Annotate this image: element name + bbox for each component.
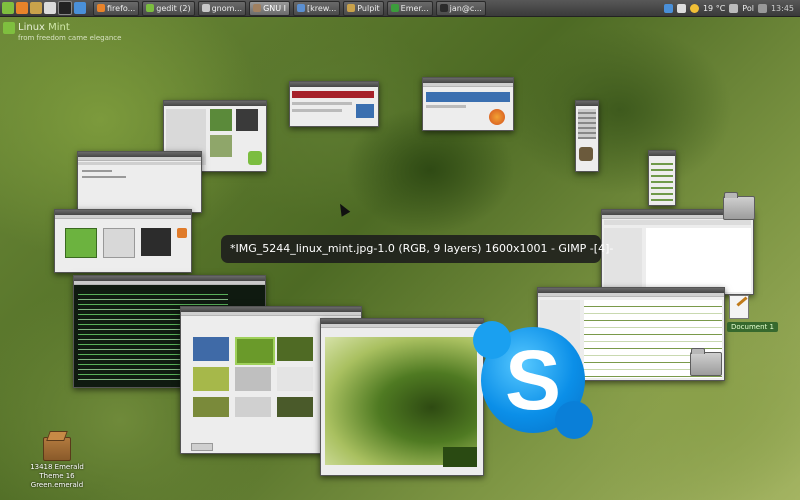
user-icon[interactable]	[757, 3, 767, 13]
document-icon[interactable]	[729, 295, 749, 319]
help-launcher-icon[interactable]	[74, 2, 86, 14]
app-icon	[146, 4, 155, 12]
taskbar-button[interactable]: Pulpit	[343, 0, 384, 16]
weather-temperature[interactable]: 19 °C	[703, 4, 725, 13]
deb-package-label: 13418 Emerald Theme 16 Green.emerald	[30, 463, 84, 489]
app-icon	[347, 4, 356, 12]
document-label[interactable]: Document 1	[727, 322, 778, 332]
taskbar-button-label: Emer...	[400, 3, 429, 13]
window-thumb-nautilus-small[interactable]	[648, 150, 676, 206]
network-icon[interactable]	[663, 3, 673, 13]
desktop[interactable]: firefo... gedit (2) gnom... GNU I [krew... Pu…	[0, 0, 800, 500]
keyboard-layout-icon[interactable]	[729, 3, 739, 13]
clock[interactable]: 13:45	[771, 4, 794, 13]
window-thumb-gimp-toolbox[interactable]	[575, 100, 599, 172]
window-thumb-gimp-image[interactable]	[320, 318, 484, 476]
linux-mint-logo-icon	[3, 22, 15, 34]
top-panel: firefo... gedit (2) gnom... GNU I [krew... Pu…	[0, 0, 800, 17]
mouse-pointer-icon	[335, 201, 351, 217]
taskbar-button-label: gnom...	[211, 3, 243, 13]
taskbar-button-label: [krew...	[307, 3, 337, 13]
app-icon	[201, 4, 210, 12]
active-window-title: *IMG_5244_linux_mint.jpg-1.0 (RGB, 9 lay…	[221, 235, 613, 263]
folder-icon[interactable]	[723, 192, 755, 220]
folder-shape-icon	[723, 192, 755, 220]
taskbar-button-label: GNU I	[263, 3, 287, 13]
window-thumb-nautilus[interactable]	[601, 209, 754, 295]
terminal-launcher-icon[interactable]	[58, 1, 72, 15]
window-thumb-gedit[interactable]	[77, 151, 202, 213]
system-tray: 19 °C Pol 13:45	[663, 3, 800, 13]
editor-launcher-icon[interactable]	[44, 2, 56, 14]
taskbar-button[interactable]: firefo...	[93, 0, 140, 16]
linux-mint-branding: Linux Mint from freedom came elegance	[3, 22, 122, 42]
package-box-icon	[43, 437, 71, 461]
brand-name-mint: Mint	[48, 22, 70, 33]
taskbar-button-label: gedit (2)	[156, 3, 191, 13]
menu-icon[interactable]	[2, 2, 14, 14]
window-thumb-gimp-dialog[interactable]	[289, 81, 379, 127]
files-launcher-icon[interactable]	[30, 2, 42, 14]
deb-package-icon[interactable]: 13418 Emerald Theme 16 Green.emerald	[22, 437, 92, 490]
home-folder-shape-icon	[690, 348, 722, 376]
brand-tagline: from freedom came elegance	[18, 34, 122, 42]
app-icon	[439, 4, 448, 12]
app-icon	[253, 4, 262, 12]
firefox-launcher-icon[interactable]	[16, 2, 28, 14]
document-page-icon	[729, 295, 749, 319]
taskbar-button[interactable]: GNU I	[249, 0, 291, 16]
taskbar-button[interactable]: Emer...	[386, 0, 433, 16]
window-thumb-appearance-preferences[interactable]	[54, 209, 192, 273]
app-icon	[390, 4, 399, 12]
taskbar-button[interactable]: gnom...	[197, 0, 247, 16]
weather-icon[interactable]	[689, 3, 699, 13]
skype-icon[interactable]: S	[473, 321, 593, 439]
window-thumb-firefox[interactable]	[422, 77, 514, 131]
app-icon	[97, 4, 105, 12]
taskbar-button-label: firefo...	[107, 3, 136, 13]
taskbar-button[interactable]: jan@c...	[435, 0, 486, 16]
app-icon	[297, 4, 306, 12]
keyboard-layout-label[interactable]: Pol	[742, 4, 754, 13]
brand-name-linux: Linux	[18, 22, 45, 33]
home-folder-icon[interactable]	[690, 348, 722, 376]
taskbar-button-label: Pulpit	[357, 3, 380, 13]
taskbar-button-label: jan@c...	[449, 3, 482, 13]
taskbar-button[interactable]: gedit (2)	[142, 0, 195, 16]
volume-icon[interactable]	[676, 3, 686, 13]
taskbar-button[interactable]: [krew...	[293, 0, 341, 16]
